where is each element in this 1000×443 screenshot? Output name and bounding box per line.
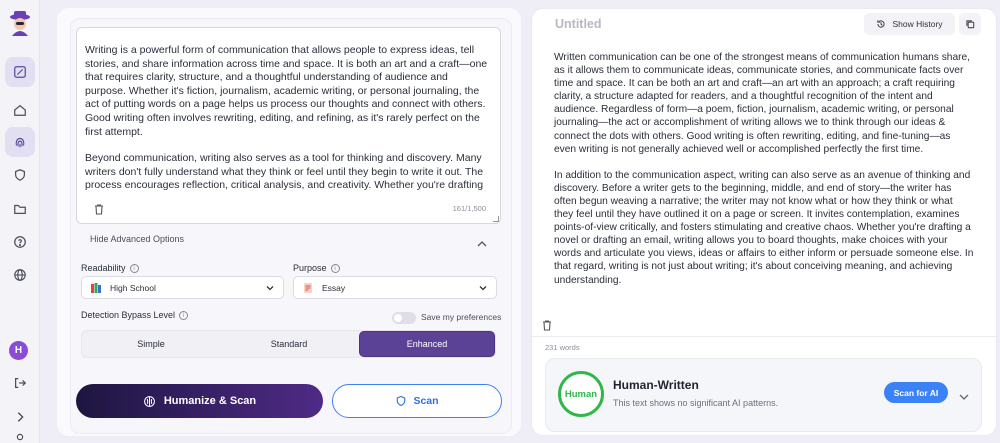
scan-button[interactable]: Scan [332,384,502,418]
level-standard[interactable]: Standard [220,331,358,357]
show-history-button[interactable]: Show History [864,13,955,35]
trash-icon[interactable] [93,202,105,215]
help-icon[interactable] [5,227,35,257]
books-icon [91,282,101,293]
scan-for-ai-button[interactable]: Scan for AI [884,382,948,403]
bypass-level-label: Detection Bypass Level i [81,310,189,321]
document-title[interactable]: Untitled [555,17,602,31]
purpose-label-text: Purpose [293,263,327,273]
output-panel: Untitled Show History Written communicat… [531,8,997,436]
purpose-label: Purpose i [293,263,340,274]
readability-select[interactable]: High School [81,276,284,299]
info-icon[interactable]: i [179,311,189,321]
sun-icon[interactable] [5,430,35,443]
readability-value: High School [110,282,156,293]
resize-handle[interactable] [493,216,499,222]
word-count: 231 words [545,343,580,352]
chevron-up-icon[interactable] [477,235,487,247]
human-badge: Human [558,371,604,417]
level-simple[interactable]: Simple [82,331,220,357]
output-paragraph: Written communication can be one of the … [554,52,971,155]
app-logo[interactable] [6,8,34,36]
input-paragraph: Beyond communication, writing also serve… [85,152,484,191]
document-icon [304,282,312,293]
character-counter: 161/1,500 [452,204,486,213]
history-icon [877,20,886,28]
result-description: This text shows no significant AI patter… [613,398,779,408]
purpose-value: Essay [322,282,346,293]
humanize-scan-button[interactable]: Humanize & Scan [76,384,323,418]
sidebar: H [0,0,40,443]
show-history-label: Show History [892,19,943,29]
advanced-options-toggle[interactable]: Hide Advanced Options [90,234,184,244]
fingerprint-icon[interactable] [5,127,35,157]
level-enhanced[interactable]: Enhanced [359,331,495,357]
humanize-scan-label: Humanize & Scan [163,395,257,407]
bypass-level-label-text: Detection Bypass Level [81,310,176,320]
shield-icon [397,395,406,407]
input-text[interactable]: Writing is a powerful form of communicat… [85,44,490,191]
divider [532,336,996,337]
globe-icon[interactable] [5,260,35,290]
save-preferences-label: Save my preferences [421,312,502,322]
readability-label-text: Readability [81,263,126,273]
edit-icon[interactable] [5,57,35,87]
home-icon[interactable] [5,95,35,125]
brain-icon [143,395,155,407]
logout-icon[interactable] [5,368,35,398]
input-paragraph: Writing is a powerful form of communicat… [85,44,488,138]
output-paragraph: In addition to the communication aspect,… [554,169,974,286]
info-icon[interactable]: i [330,264,340,274]
result-title: Human-Written [613,378,699,392]
input-textarea[interactable]: Writing is a powerful form of communicat… [76,27,501,224]
folder-icon[interactable] [5,194,35,224]
avatar[interactable]: H [9,341,28,360]
trash-icon[interactable] [541,318,553,331]
detection-result-card: Human Human-Written This text shows no s… [545,358,982,432]
bypass-level-selector: Simple Standard Enhanced [81,330,496,358]
copy-icon [966,20,975,29]
chevron-down-icon[interactable] [959,388,969,400]
purpose-select[interactable]: Essay [293,276,497,299]
info-icon[interactable]: i [129,264,139,274]
output-text: Written communication can be one of the … [554,51,974,300]
copy-button[interactable] [959,13,981,35]
scan-label: Scan [413,395,439,407]
readability-label: Readability i [81,263,139,274]
chevron-down-icon [479,286,487,291]
shield-icon[interactable] [5,160,35,190]
chevron-right-icon[interactable] [5,402,35,432]
save-preferences-toggle[interactable] [392,312,416,324]
chevron-down-icon [266,286,274,291]
